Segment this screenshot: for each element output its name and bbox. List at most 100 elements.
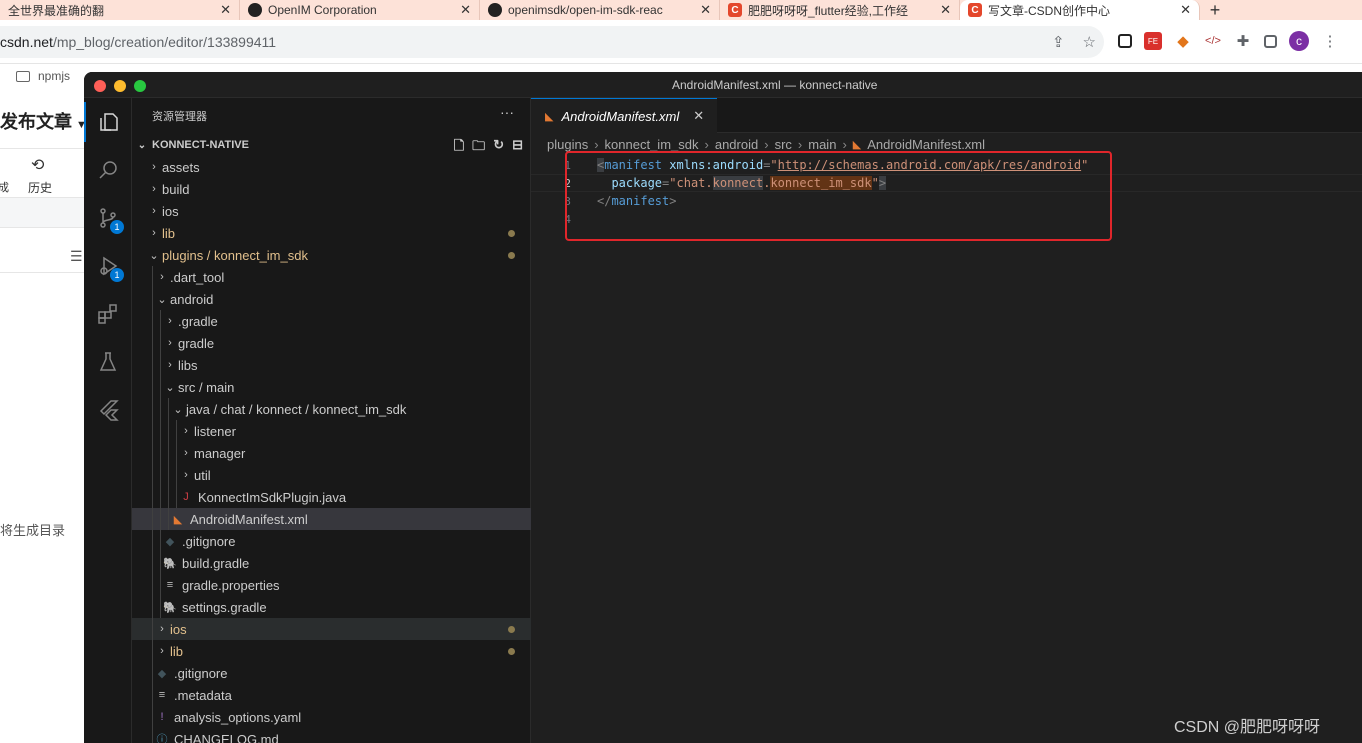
chevron-down-icon: ⌄ (137, 139, 147, 151)
close-tab-icon[interactable]: ✕ (700, 2, 711, 18)
tree-folder[interactable]: › ios (132, 618, 531, 640)
chevron-right-icon: › (152, 227, 156, 239)
search-icon[interactable] (84, 150, 132, 190)
tree-folder[interactable]: › lib (132, 222, 531, 244)
tab-androidmanifest[interactable]: ◣ AndroidManifest.xml ✕ (531, 98, 717, 133)
tree-folder[interactable]: › .gradle (132, 310, 531, 332)
url-host: csdn.net (0, 34, 53, 50)
breadcrumb-item[interactable]: android (715, 137, 758, 152)
close-tab-icon[interactable]: ✕ (940, 2, 951, 18)
more-actions-icon[interactable]: ··· (500, 104, 514, 120)
breadcrumb-item[interactable]: src (775, 137, 792, 152)
metamask-icon[interactable]: ◆ (1174, 32, 1192, 50)
tree-file[interactable]: ◆ .gitignore (132, 662, 531, 684)
devtools-extension-icon[interactable]: </> (1204, 32, 1222, 50)
tree-file[interactable]: 🐘 settings.gradle (132, 596, 531, 618)
indent-guide (152, 552, 153, 574)
breadcrumb-item[interactable]: plugins (547, 137, 588, 152)
explorer-icon[interactable] (84, 102, 132, 142)
tree-file[interactable]: ≡ .metadata (132, 684, 531, 706)
tree-folder[interactable]: ⌄ android (132, 288, 531, 310)
xml-file-icon: ◣ (173, 513, 183, 526)
tree-folder[interactable]: ⌄ src / main (132, 376, 531, 398)
history-icon[interactable]: ⟲ (31, 155, 44, 175)
indent-guide (160, 398, 161, 420)
tree-folder[interactable]: ⌄ plugins / konnect_im_sdk (132, 244, 531, 266)
git-file-icon: ◆ (157, 667, 167, 680)
divider (0, 272, 86, 273)
breadcrumb-item[interactable]: main (808, 137, 836, 152)
gradle-file-icon: 🐘 (163, 557, 177, 570)
tree-item-label: plugins / konnect_im_sdk (162, 247, 308, 263)
bookmark-star-icon[interactable]: ☆ (1083, 33, 1096, 51)
tree-folder[interactable]: › build (132, 178, 531, 200)
new-tab-button[interactable]: + (1200, 0, 1230, 20)
tree-folder[interactable]: › gradle (132, 332, 531, 354)
close-tab-icon[interactable]: ✕ (460, 2, 471, 18)
tree-folder[interactable]: › listener (132, 420, 531, 442)
browser-tab[interactable]: C 肥肥呀呀呀_flutter经验,工作经 ✕ (720, 0, 960, 20)
run-debug-icon[interactable]: 1 (84, 246, 132, 286)
indent-guide (152, 310, 153, 332)
tree-folder[interactable]: › lib (132, 640, 531, 662)
project-name: KONNECT-NATIVE (152, 139, 249, 151)
project-header[interactable]: ⌄ KONNECT-NATIVE 🗋 🗀 ↻ ⊟ (132, 134, 531, 156)
share-icon[interactable]: ⇪ (1052, 33, 1065, 51)
breadcrumb-item[interactable]: AndroidManifest.xml (867, 137, 985, 152)
browser-tab[interactable]: 全世界最准确的翻 ✕ (0, 0, 240, 20)
align-icon[interactable]: ☰ (70, 248, 83, 265)
tree-item-label: .gradle (178, 313, 218, 329)
browser-tab[interactable]: OpenIM Corporation ✕ (240, 0, 480, 20)
profile-avatar[interactable]: c (1289, 31, 1309, 51)
csdn-subbar (0, 198, 86, 228)
tree-item-label: src / main (178, 379, 235, 395)
tree-folder[interactable]: › assets (132, 156, 531, 178)
tree-file[interactable]: ⓘ CHANGELOG.md (132, 728, 531, 743)
browser-tab[interactable]: C 写文章-CSDN创作中心 ✕ (960, 0, 1200, 20)
tree-item-label: KonnectImSdkPlugin.java (198, 489, 347, 505)
tree-item-label: gradle (178, 335, 215, 351)
chevron-right-icon: › (184, 425, 188, 437)
tree-file[interactable]: J KonnectImSdkPlugin.java (132, 486, 531, 508)
browser-tab[interactable]: openimsdk/open-im-sdk-reac ✕ (480, 0, 720, 20)
flutter-icon[interactable] (84, 390, 132, 430)
breadcrumb-separator: › (842, 137, 847, 152)
tree-folder[interactable]: › manager (132, 442, 531, 464)
indent-guide (152, 376, 153, 398)
file-tree: › assets › build › ios › lib ⌄ plugins / konnect_… (132, 156, 531, 743)
tree-file[interactable]: ◣ AndroidManifest.xml (132, 508, 531, 530)
tree-folder[interactable]: ⌄ java / chat / konnect / konnect_im_sdk (132, 398, 531, 420)
fe-extension-icon[interactable]: FE (1144, 32, 1162, 50)
tree-folder[interactable]: › .dart_tool (132, 266, 531, 288)
puzzle-extensions-icon[interactable]: ✚ (1234, 32, 1252, 50)
close-tab-icon[interactable]: ✕ (220, 2, 231, 18)
indent-guide (152, 486, 153, 508)
tree-file[interactable]: ≡ gradle.properties (132, 574, 531, 596)
tree-file[interactable]: ◆ .gitignore (132, 530, 531, 552)
tree-item-label: util (194, 467, 211, 483)
address-bar[interactable]: csdn.net/mp_blog/creation/editor/1338994… (0, 26, 1104, 58)
indent-guide (152, 574, 153, 596)
browser-menu-icon[interactable]: ⋮ (1321, 32, 1339, 50)
breadcrumb-item[interactable]: konnect_im_sdk (605, 137, 699, 152)
source-control-icon[interactable]: 1 (84, 198, 132, 238)
tree-folder[interactable]: › util (132, 464, 531, 486)
editor-tabs: ◣ AndroidManifest.xml ✕ (531, 98, 1362, 133)
tab-title: OpenIM Corporation (268, 3, 377, 17)
sidepanel-icon[interactable] (1264, 34, 1277, 48)
tree-file[interactable]: ! analysis_options.yaml (132, 706, 531, 728)
tree-item-label: ios (170, 621, 187, 637)
tree-file[interactable]: 🐘 build.gradle (132, 552, 531, 574)
tree-folder[interactable]: › libs (132, 354, 531, 376)
qr-extension-icon[interactable] (1118, 34, 1132, 48)
close-tab-icon[interactable]: ✕ (693, 108, 704, 124)
extensions-icon[interactable] (84, 294, 132, 334)
bookmark-npmjs[interactable]: npmjs (16, 69, 70, 83)
close-tab-icon[interactable]: ✕ (1180, 2, 1191, 18)
indent-guide (152, 684, 153, 706)
tree-folder[interactable]: › ios (132, 200, 531, 222)
publish-article-dropdown[interactable]: 发布文章 ▼ (0, 108, 87, 134)
tree-item-label: android (170, 291, 214, 307)
history-button[interactable]: 历史 (28, 179, 52, 196)
testing-flask-icon[interactable] (84, 342, 132, 382)
